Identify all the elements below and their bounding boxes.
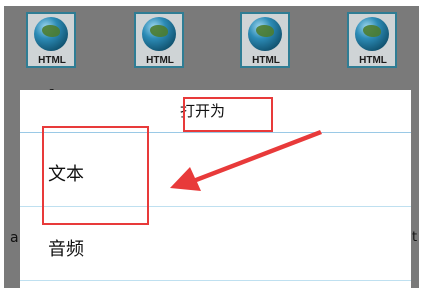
background-text-left: a [10,230,19,246]
globe-land-icon [363,25,381,37]
globe-land-icon [256,25,274,37]
background-file-browser: HTML a HTML HTML HTML a t 打开为 [4,6,419,288]
open-as-dialog: 打开为 文本 音频 [20,90,411,288]
file-item[interactable]: HTML a [22,9,82,98]
file-type-label: HTML [38,55,66,66]
file-grid: HTML a HTML HTML HTML [4,6,419,98]
file-type-label: HTML [359,55,387,66]
file-type-label: HTML [146,55,174,66]
file-item[interactable]: HTML [343,9,403,84]
globe-land-icon [150,25,168,37]
background-text-right: t [412,230,418,245]
globe-land-icon [42,25,60,37]
file-type-label: HTML [252,55,280,66]
file-item[interactable]: HTML [130,9,190,84]
annotation-arrow-icon [170,130,322,191]
file-item[interactable]: HTML [236,9,296,84]
